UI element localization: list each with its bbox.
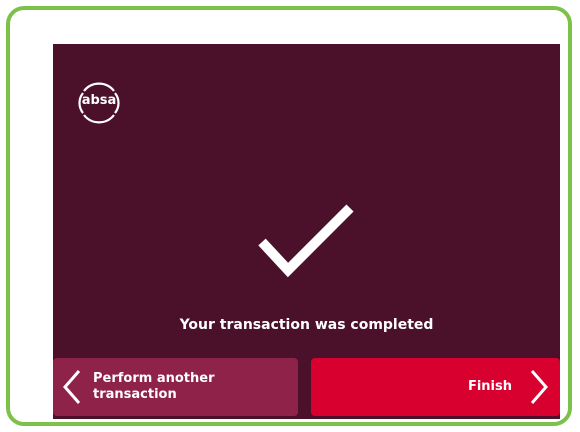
logo-text: absa (81, 93, 117, 108)
chevron-right-icon (530, 370, 548, 404)
finish-button[interactable]: Finish (311, 358, 560, 416)
perform-another-transaction-label: Perform another transaction (93, 371, 215, 402)
screenshot-frame: absa Your transaction was completed Perf… (6, 6, 572, 426)
checkmark-icon (258, 204, 354, 278)
chevron-left-icon (63, 370, 81, 404)
status-message: Your transaction was completed (179, 317, 434, 333)
finish-label: Finish (467, 379, 512, 394)
atm-screen: absa Your transaction was completed Perf… (53, 44, 560, 419)
absa-logo: absa (75, 79, 123, 127)
perform-another-transaction-button[interactable]: Perform another transaction (53, 358, 298, 416)
